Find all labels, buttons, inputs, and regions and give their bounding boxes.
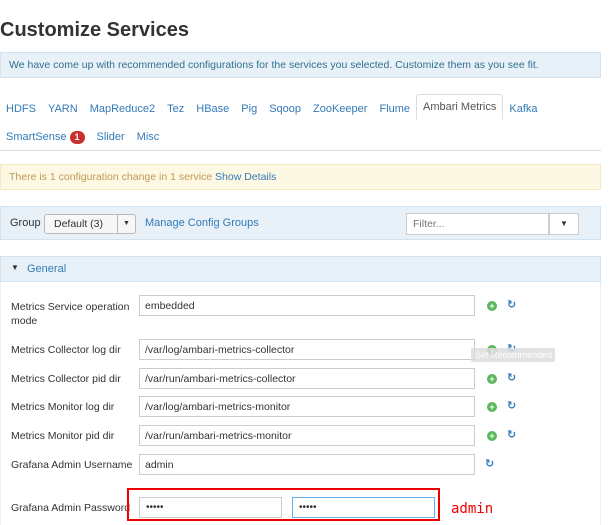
- tab-sqoop[interactable]: Sqoop: [263, 98, 307, 120]
- grafana-admin-password-confirm-field[interactable]: [292, 497, 435, 518]
- tab-yarn[interactable]: YARN: [42, 98, 84, 120]
- collector-pid-dir-field[interactable]: [139, 368, 475, 389]
- field-label: Metrics Service operation mode: [11, 301, 130, 327]
- tab-pig[interactable]: Pig: [235, 98, 263, 120]
- tab-flume[interactable]: Flume: [373, 98, 416, 120]
- field-label: Metrics Monitor pid dir: [11, 430, 115, 442]
- tab-zookeeper[interactable]: ZooKeeper: [307, 98, 373, 120]
- field-label: Metrics Collector log dir: [11, 344, 121, 356]
- plus-circle-icon[interactable]: +: [487, 301, 497, 311]
- recommendation-banner: We have come up with recommended configu…: [0, 52, 601, 78]
- monitor-log-dir-field[interactable]: [139, 396, 475, 417]
- config-group-bar: Group Default (3) ▼ Manage Config Groups…: [0, 206, 601, 240]
- tab-misc[interactable]: Misc: [131, 126, 166, 148]
- plus-circle-icon[interactable]: +: [487, 402, 497, 412]
- section-general-header[interactable]: ▼ General: [0, 256, 601, 282]
- field-label: Grafana Admin Username: [11, 459, 133, 471]
- refresh-icon[interactable]: ↻: [507, 373, 516, 384]
- page-title: Customize Services: [0, 19, 189, 41]
- section-general-body: Metrics Service operation mode + ↻ Metri…: [0, 282, 601, 525]
- plus-circle-icon[interactable]: +: [487, 431, 497, 441]
- plus-circle-icon[interactable]: +: [487, 374, 497, 384]
- config-row: Metrics Service operation mode + ↻: [1, 295, 601, 327]
- grafana-admin-password-field[interactable]: [139, 497, 282, 518]
- config-row: Metrics Collector pid dir + ↻: [1, 368, 601, 390]
- field-label: Metrics Collector pid dir: [11, 373, 121, 385]
- caret-down-icon[interactable]: ▼: [117, 215, 135, 233]
- field-label: Grafana Admin Password: [11, 502, 131, 514]
- config-group-selected: Default (3): [54, 218, 104, 230]
- manage-config-groups-link[interactable]: Manage Config Groups: [145, 217, 259, 229]
- refresh-icon[interactable]: ↻: [485, 459, 494, 470]
- tab-smartsense-label: SmartSense: [6, 131, 67, 143]
- smartsense-alert-badge: 1: [69, 130, 85, 144]
- config-row: Grafana Admin Password: [1, 495, 601, 521]
- set-recommended-tooltip: Set Recommended: [471, 348, 555, 362]
- grafana-admin-username-field[interactable]: [139, 454, 475, 475]
- show-details-link[interactable]: Show Details: [215, 171, 276, 183]
- tab-ambari-metrics[interactable]: Ambari Metrics: [416, 94, 504, 120]
- filter-input[interactable]: [406, 213, 549, 235]
- metrics-service-mode-field[interactable]: [139, 295, 475, 316]
- tab-hbase[interactable]: HBase: [190, 98, 235, 120]
- monitor-pid-dir-field[interactable]: [139, 425, 475, 446]
- caret-down-icon: ▼: [560, 219, 568, 228]
- service-tabs-row-1: HDFS YARN MapReduce2 Tez HBase Pig Sqoop…: [0, 94, 544, 120]
- password-annotation: admin: [451, 501, 494, 517]
- config-change-warning: There is 1 configuration change in 1 ser…: [0, 164, 601, 190]
- group-label: Group: [10, 217, 41, 229]
- refresh-icon[interactable]: ↻: [507, 401, 516, 412]
- field-label: Metrics Monitor log dir: [11, 401, 115, 413]
- config-group-select[interactable]: Default (3) ▼: [44, 214, 136, 234]
- tab-smartsense[interactable]: SmartSense 1: [0, 126, 91, 148]
- warning-text: There is 1 configuration change in 1 ser…: [9, 171, 216, 183]
- collector-log-dir-field[interactable]: [139, 339, 475, 360]
- refresh-icon[interactable]: ↻: [507, 430, 516, 441]
- config-row: Metrics Monitor pid dir + ↻: [1, 425, 601, 447]
- tab-mapreduce2[interactable]: MapReduce2: [84, 98, 161, 120]
- tab-slider[interactable]: Slider: [91, 126, 131, 148]
- tab-tez[interactable]: Tez: [161, 98, 190, 120]
- config-row: Metrics Monitor log dir + ↻: [1, 396, 601, 418]
- config-row: Grafana Admin Username ↻: [1, 454, 601, 486]
- section-title: General: [27, 263, 67, 275]
- tab-hdfs[interactable]: HDFS: [0, 98, 42, 120]
- expand-triangle-icon: ▼: [11, 263, 19, 272]
- service-tabs: HDFS YARN MapReduce2 Tez HBase Pig Sqoop…: [0, 94, 601, 151]
- tab-kafka[interactable]: Kafka: [503, 98, 543, 120]
- refresh-icon[interactable]: ↻: [507, 300, 516, 311]
- filter-dropdown-button[interactable]: ▼: [549, 213, 579, 235]
- service-tabs-row-2: SmartSense 1 Slider Misc: [0, 126, 165, 148]
